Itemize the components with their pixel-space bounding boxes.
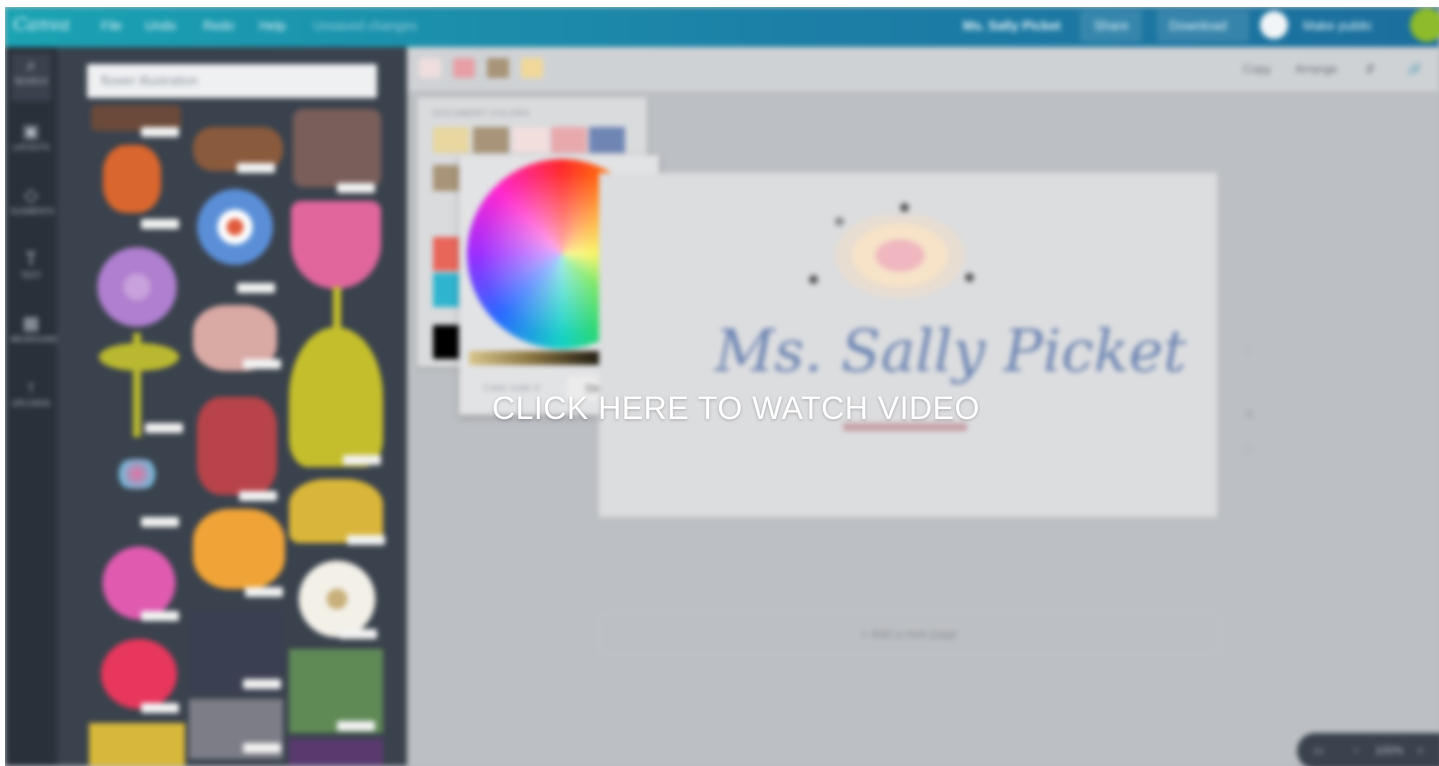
watch-video-link[interactable]: CLICK HERE TO WATCH VIDEO: [0, 0, 1439, 766]
watch-video-text: CLICK HERE TO WATCH VIDEO: [492, 390, 980, 426]
